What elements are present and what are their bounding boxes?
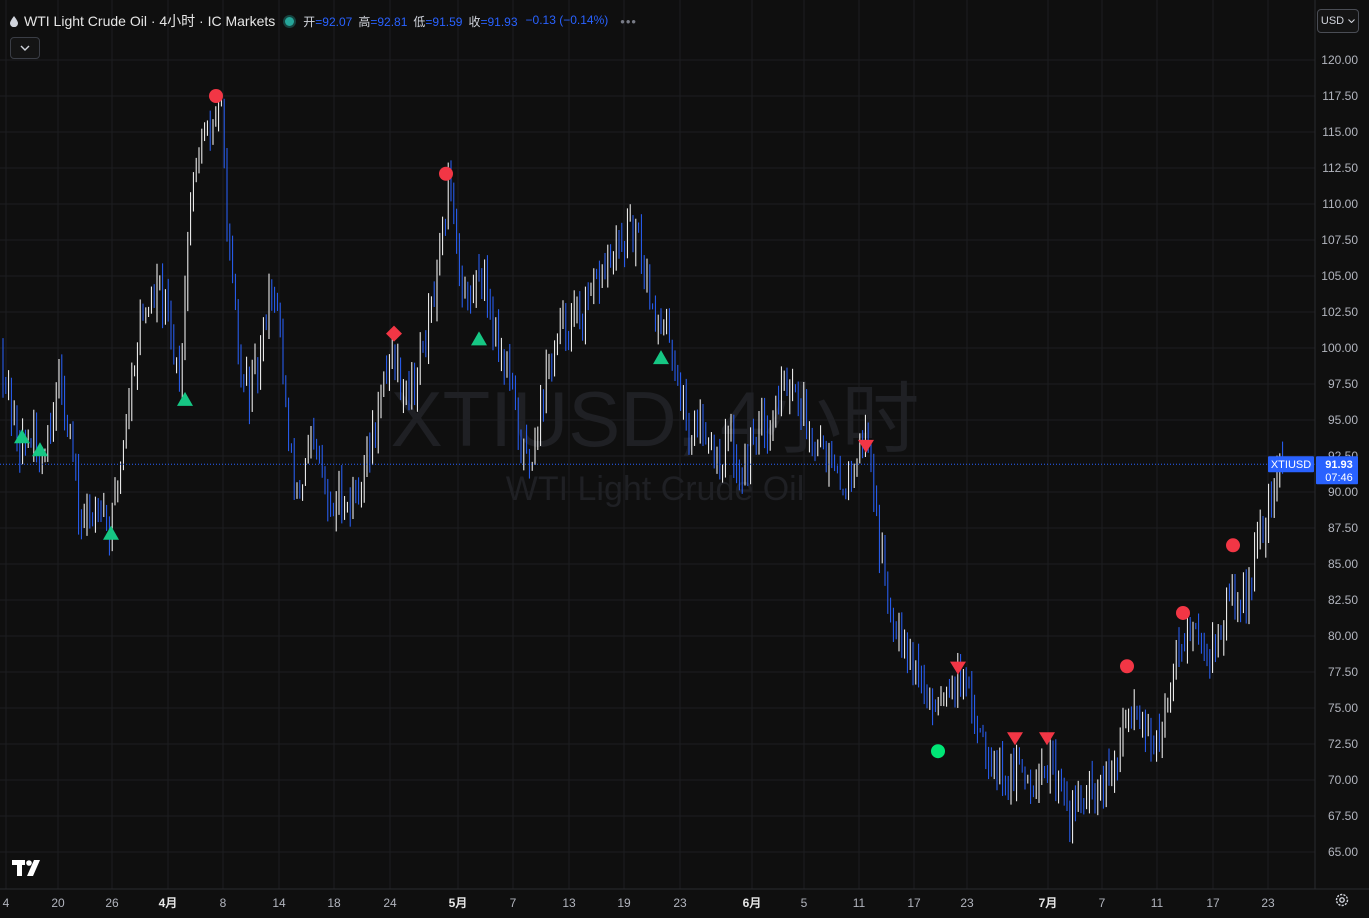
close-value: =91.93 <box>480 14 518 29</box>
signal-circle <box>209 89 223 103</box>
x-tick-label: 19 <box>617 896 631 910</box>
close-label: 收 <box>468 14 481 29</box>
x-tick-label: 4月 <box>159 896 178 910</box>
high-label: 高 <box>358 14 371 29</box>
change-value: −0.13 (−0.14%) <box>525 12 609 27</box>
x-tick-label: 20 <box>51 896 65 910</box>
x-tick-label: 14 <box>272 896 286 910</box>
signal-triangle-down <box>1007 732 1023 746</box>
open-value: =92.07 <box>315 14 353 29</box>
collapse-legend-button[interactable] <box>10 37 40 59</box>
open-label: 开 <box>303 14 316 29</box>
y-tick-label: 105.00 <box>1321 269 1358 283</box>
x-tick-label: 23 <box>673 896 687 910</box>
signal-circle <box>1226 538 1240 553</box>
signal-diamond <box>386 325 402 342</box>
more-icon[interactable]: ••• <box>620 14 637 29</box>
drop-icon <box>10 15 18 27</box>
y-tick-label: 77.50 <box>1328 665 1358 679</box>
badge-symbol: XTIUSD <box>1271 459 1311 471</box>
x-tick-label: 18 <box>327 896 341 910</box>
low-label: 低 <box>413 14 426 29</box>
x-tick-label: 17 <box>1206 896 1220 910</box>
signal-triangle-up <box>14 429 30 444</box>
y-tick-label: 70.00 <box>1328 773 1358 787</box>
x-tick-label: 4 <box>3 896 10 910</box>
x-tick-label: 26 <box>105 896 119 910</box>
signal-triangle-up <box>177 391 193 406</box>
x-tick-label: 23 <box>960 896 974 910</box>
x-tick-label: 7月 <box>1039 896 1058 910</box>
y-tick-label: 87.50 <box>1328 521 1358 535</box>
x-tick-label: 5月 <box>449 896 468 910</box>
x-tick-label: 7 <box>1099 896 1106 910</box>
x-tick-label: 23 <box>1261 896 1275 910</box>
symbol-title[interactable]: WTI Light Crude Oil · 4小时 · IC Markets <box>24 11 275 31</box>
y-tick-label: 115.00 <box>1322 125 1358 139</box>
y-tick-label: 102.50 <box>1321 305 1358 319</box>
signal-triangle-up <box>32 442 48 457</box>
x-tick-label: 11 <box>853 896 866 910</box>
y-tick-label: 65.00 <box>1328 845 1358 859</box>
y-tick-label: 120.00 <box>1321 53 1358 67</box>
y-tick-label: 95.00 <box>1328 413 1358 427</box>
price-badge: XTIUSD 91.93 07:46 <box>1268 456 1358 485</box>
y-tick-label: 72.50 <box>1328 737 1358 751</box>
tradingview-logo-icon[interactable] <box>12 858 44 878</box>
badge-price: 91.93 <box>1325 459 1353 471</box>
chevron-down-icon <box>20 45 30 51</box>
low-value: =91.59 <box>425 14 463 29</box>
y-tick-label: 107.50 <box>1321 233 1358 247</box>
y-tick-label: 110.00 <box>1322 197 1358 211</box>
y-tick-label: 100.00 <box>1321 341 1358 355</box>
signal-circle <box>931 744 945 759</box>
signal-triangle-up <box>471 331 487 346</box>
x-tick-label: 5 <box>801 896 808 910</box>
x-tick-label: 7 <box>510 896 517 910</box>
y-tick-label: 112.50 <box>1322 161 1358 175</box>
watermark-name: WTI Light Crude Oil <box>506 470 805 508</box>
y-tick-label: 80.00 <box>1328 629 1358 643</box>
x-tick-label: 24 <box>383 896 397 910</box>
currency-select[interactable]: USD <box>1317 9 1359 33</box>
y-tick-label: 97.50 <box>1328 377 1358 391</box>
signal-circle <box>1176 605 1190 620</box>
badge-countdown: 07:46 <box>1325 472 1353 484</box>
y-tick-label: 75.00 <box>1328 701 1358 715</box>
ohlc-values: 开=92.07 高=92.81 低=91.59 收=91.93 −0.13 (−… <box>303 13 608 30</box>
y-tick-label: 82.50 <box>1328 593 1358 607</box>
y-tick-label: 85.00 <box>1328 557 1358 571</box>
y-tick-label: 90.00 <box>1328 485 1358 499</box>
chevron-down-icon <box>1348 19 1355 23</box>
signal-circle <box>439 166 453 181</box>
watermark-symbol: XTIUSD, 4小时 <box>391 375 920 463</box>
signal-circle <box>1120 659 1134 674</box>
candles <box>2 89 1284 844</box>
high-value: =92.81 <box>370 14 408 29</box>
x-tick-label: 6月 <box>743 896 762 910</box>
signal-triangle-up <box>653 350 669 365</box>
currency-label: USD <box>1320 15 1345 27</box>
y-tick-label: 117.50 <box>1322 89 1358 103</box>
x-tick-label: 11 <box>1151 896 1164 910</box>
y-tick-label: 67.50 <box>1328 809 1358 823</box>
chart-header: WTI Light Crude Oil · 4小时 · IC Markets 开… <box>10 9 637 33</box>
x-tick-label: 13 <box>562 896 576 910</box>
gear-icon[interactable] <box>1334 892 1350 908</box>
market-status-dot[interactable] <box>285 16 295 26</box>
x-tick-label: 8 <box>220 896 227 910</box>
x-tick-label: 17 <box>907 896 921 910</box>
chart-canvas[interactable]: XTIUSD, 4小时 WTI Light Crude Oil 120.00 11… <box>0 0 1369 918</box>
